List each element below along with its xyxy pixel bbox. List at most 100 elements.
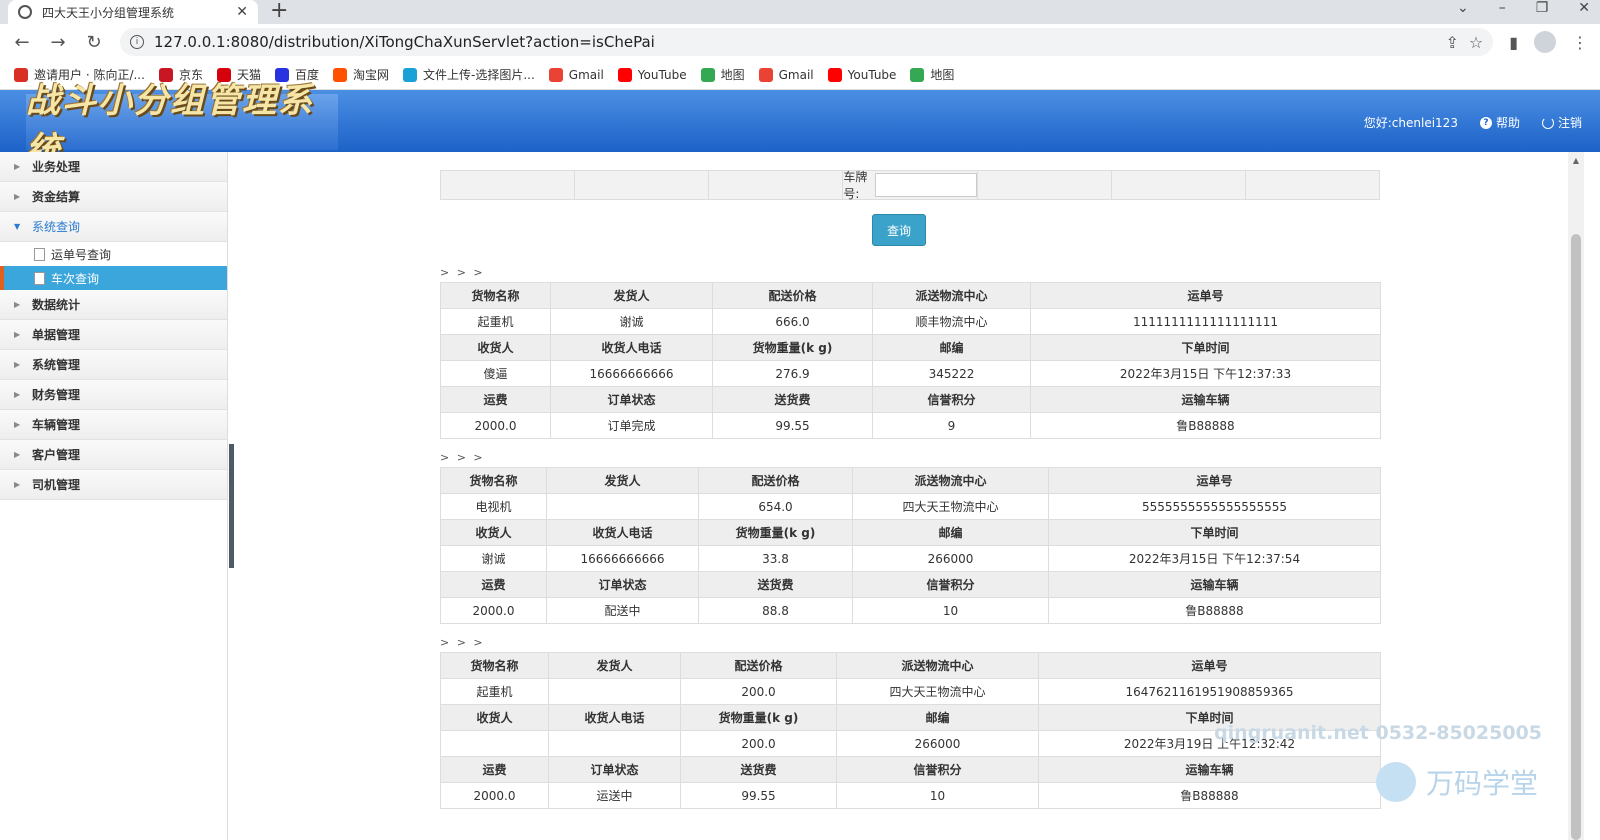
window-controls: ⌄ – ❐ ✕ — [1457, 0, 1590, 16]
table-cell: 654.0 — [698, 493, 853, 520]
table-cell: 顺丰物流中心 — [872, 308, 1031, 335]
table-cell — [546, 493, 699, 520]
info-icon[interactable]: i — [130, 35, 144, 49]
table-cell: 2022年3月15日 下午12:37:33 — [1030, 360, 1381, 387]
forward-icon[interactable]: → — [48, 32, 68, 53]
bookmark-label: Gmail — [568, 67, 604, 82]
table-header-cell: 运费 — [440, 571, 547, 598]
table-header-cell: 货物名称 — [440, 467, 547, 494]
table-header-cell: 信誉积分 — [872, 386, 1031, 413]
bookmark-item[interactable]: 文件上传-选择图片... — [403, 66, 535, 83]
result-block: > > > 货物名称 发货人 配送价格 派送物流中心 运单号 电视机 654.0 四大天王物流中… — [440, 451, 1381, 624]
bookmark-label: 地图 — [720, 68, 745, 82]
sidebar-menu-label: 车辆管理 — [32, 418, 81, 432]
minimize-icon[interactable]: – — [1499, 0, 1506, 16]
sidebar-menu-item[interactable]: ▶ 业务处理 — [0, 152, 227, 182]
sidebar-menu-item[interactable]: ▼ 系统查询 — [0, 212, 227, 242]
bookmark-item[interactable]: 地图 — [910, 66, 954, 83]
table-cell: 266000 — [836, 730, 1039, 757]
table-header-cell: 运单号 — [1038, 652, 1381, 679]
sidebar-menu-label: 客户管理 — [32, 448, 81, 462]
close-window-icon[interactable]: ✕ — [1578, 0, 1590, 16]
bookmark-item[interactable]: 淘宝网 — [332, 66, 389, 83]
bookmark-item[interactable]: Gmail — [548, 67, 604, 82]
reload-icon[interactable]: ↻ — [84, 32, 104, 53]
sidebar-menu-item[interactable]: ▶ 系统管理 — [0, 350, 227, 380]
more-menu-icon[interactable]: ⋮ — [1572, 33, 1588, 52]
table-header-cell: 收货人电话 — [548, 704, 681, 731]
help-link[interactable]: ? 帮助 — [1479, 114, 1520, 131]
youtube-icon — [617, 67, 632, 82]
sidebar-sub-label: 运单号查询 — [51, 247, 112, 262]
share-icon[interactable]: ⇪ — [1445, 33, 1458, 52]
sidebar-sub-item[interactable]: 车次查询 — [0, 266, 227, 290]
table-cell: 2000.0 — [440, 412, 551, 439]
bookmark-item[interactable]: 地图 — [700, 66, 745, 83]
sidebar-sub-item[interactable]: 运单号查询 — [0, 242, 227, 266]
table-cell — [548, 730, 681, 757]
caret-right-icon: ▶ — [14, 330, 21, 339]
table-header-cell: 下单时间 — [1048, 519, 1381, 546]
table-header-cell: 订单状态 — [548, 756, 681, 783]
caret-right-icon: ▶ — [14, 192, 21, 201]
plate-number-input[interactable] — [874, 173, 977, 197]
watermark-text: qingruanit.net 0532-85025005 — [1214, 722, 1542, 744]
star-icon[interactable]: ☆ — [1469, 33, 1483, 52]
restore-icon[interactable]: ❐ — [1536, 0, 1549, 16]
sidebar-menu-label: 财务管理 — [32, 388, 81, 402]
scroll-up-icon[interactable]: ▲ — [1568, 156, 1584, 165]
table-cell: 运送中 — [548, 782, 681, 809]
query-button[interactable]: 查询 — [872, 214, 926, 246]
help-label: 帮助 — [1495, 116, 1520, 130]
url-field[interactable]: i 127.0.0.1:8080/distribution/XiTongChaX… — [120, 28, 1494, 56]
sidebar-menu-item[interactable]: ▶ 财务管理 — [0, 380, 227, 410]
sidebar-menu-item[interactable]: ▶ 资金结算 — [0, 182, 227, 212]
sidebar-menu-item[interactable]: ▶ 单据管理 — [0, 320, 227, 350]
table-header-cell: 运单号 — [1048, 467, 1381, 494]
profile-avatar[interactable] — [1534, 31, 1556, 53]
side-panel-icon[interactable]: ▮ — [1509, 33, 1518, 52]
browser-tab[interactable]: 四大天王小分组管理系统 ✕ — [8, 0, 258, 24]
table-cell: 订单完成 — [550, 412, 713, 439]
table-header-cell: 配送价格 — [698, 467, 853, 494]
search-bar: 车牌号: — [440, 170, 1380, 201]
bookmark-item[interactable]: YouTube — [827, 67, 896, 82]
caret-right-icon: ▶ — [14, 450, 21, 459]
back-icon[interactable]: ← — [12, 32, 32, 53]
sidebar-menu-item[interactable]: ▶ 数据统计 — [0, 290, 227, 320]
table-row: 2000.0 订单完成 99.55 9 鲁B88888 — [440, 412, 1381, 439]
table-cell: 16666666666 — [546, 545, 699, 572]
vertical-scrollbar[interactable]: ▲ — [1568, 152, 1584, 840]
bookmark-label: 地图 — [930, 68, 955, 82]
scrollbar-thumb[interactable] — [1571, 234, 1581, 840]
sidebar-menu-label: 系统管理 — [32, 358, 81, 372]
table-header-cell: 收货人电话 — [550, 334, 713, 361]
sidebar: ▶ 业务处理 ▶ 资金结算 ▼ 系统查询 运单号查询 车次查询 ▶ 数据统计 ▶ 单据管理 ▶ 系统管理 ▶… — [0, 152, 228, 840]
table-header-cell: 送货费 — [698, 571, 853, 598]
table-cell: 1111111111111111111 — [1030, 308, 1381, 335]
table-header-cell: 货物名称 — [440, 282, 551, 309]
close-tab-icon[interactable]: ✕ — [236, 4, 248, 20]
sidebar-menu-item[interactable]: ▶ 客户管理 — [0, 440, 227, 470]
result-marker: > > > — [440, 266, 485, 279]
sidebar-menu-item[interactable]: ▶ 司机管理 — [0, 470, 227, 500]
bookmark-item[interactable]: YouTube — [617, 67, 687, 82]
sidebar-menu-item[interactable]: ▶ 车辆管理 — [0, 410, 227, 440]
gmail-icon — [548, 67, 563, 82]
bookmark-item[interactable]: Gmail — [758, 67, 814, 82]
result-marker: > > > — [440, 451, 485, 464]
browser-tabbar: 四大天王小分组管理系统 ✕ + ⌄ – ❐ ✕ — [0, 0, 1600, 24]
table-cell: 266000 — [852, 545, 1049, 572]
chevron-down-icon[interactable]: ⌄ — [1457, 0, 1469, 16]
maps-icon — [700, 67, 715, 82]
table-header-cell: 运费 — [440, 386, 551, 413]
table-header-cell: 派送物流中心 — [872, 282, 1031, 309]
search-empty-cell — [575, 171, 710, 199]
table-cell: 谢诚 — [550, 308, 713, 335]
table-header-cell: 货物重量(k g) — [680, 704, 837, 731]
logout-label: 注销 — [1557, 116, 1582, 130]
logout-link[interactable]: 注销 — [1541, 114, 1582, 131]
new-tab-icon[interactable]: + — [270, 0, 288, 22]
table-row: 电视机 654.0 四大天王物流中心 5555555555555555555 — [440, 493, 1381, 520]
table-row: 2000.0 运送中 99.55 10 鲁B88888 — [440, 782, 1381, 809]
